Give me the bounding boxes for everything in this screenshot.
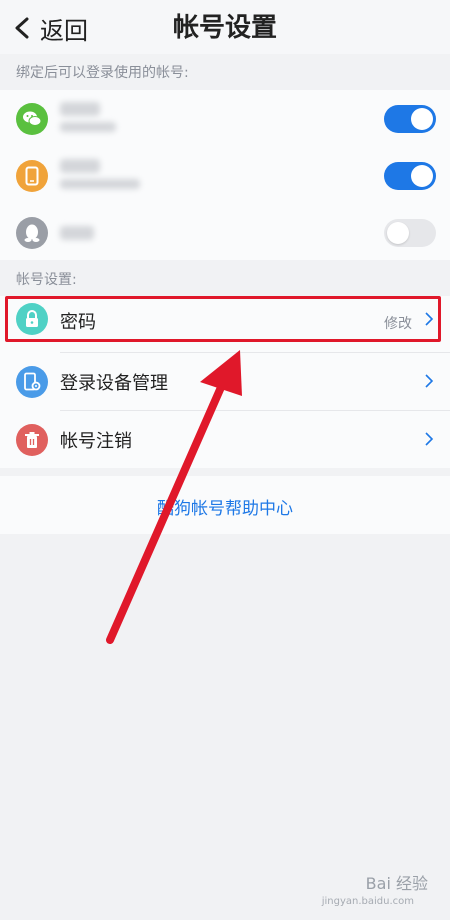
- trash-icon: [16, 423, 48, 456]
- bound-account-qq: [0, 204, 450, 261]
- bound-accounts-card: [0, 90, 450, 260]
- qq-icon: [16, 216, 48, 249]
- page-title: 帐号设置: [172, 13, 277, 43]
- account-name-redacted: [60, 226, 94, 240]
- help-center-link[interactable]: 酷狗帐号帮助中心: [0, 494, 450, 519]
- chevron-right-icon: [425, 432, 434, 446]
- bound-account-wechat: [0, 90, 450, 147]
- annotation-highlight-box: [5, 296, 441, 342]
- device-gear-icon: [16, 365, 48, 398]
- account-settings-section-label: 帐号设置:: [16, 272, 77, 288]
- chevron-right-icon: [425, 374, 434, 388]
- account-detail-redacted: [60, 122, 116, 132]
- phone-binding-toggle[interactable]: [384, 161, 436, 190]
- settings-item-device-management[interactable]: 登录设备管理: [0, 353, 450, 410]
- account-name-redacted: [60, 159, 100, 173]
- qq-binding-toggle[interactable]: [384, 218, 436, 247]
- header-bar: 返回 帐号设置: [0, 0, 450, 54]
- settings-item-account-deletion[interactable]: 帐号注销: [0, 411, 450, 468]
- bound-account-phone: [0, 147, 450, 204]
- wechat-binding-toggle[interactable]: [384, 104, 436, 133]
- account-name-redacted: [60, 102, 100, 116]
- account-detail-redacted: [60, 179, 140, 189]
- wechat-icon: [16, 102, 48, 135]
- baidu-watermark: Bai 经验: [365, 874, 428, 893]
- baidu-watermark-url: jingyan.baidu.com: [321, 896, 414, 907]
- phone-icon: [16, 159, 48, 192]
- bound-accounts-section-label: 绑定后可以登录使用的帐号:: [16, 65, 189, 81]
- settings-item-label: 登录设备管理: [60, 372, 168, 394]
- settings-item-label: 帐号注销: [60, 430, 132, 452]
